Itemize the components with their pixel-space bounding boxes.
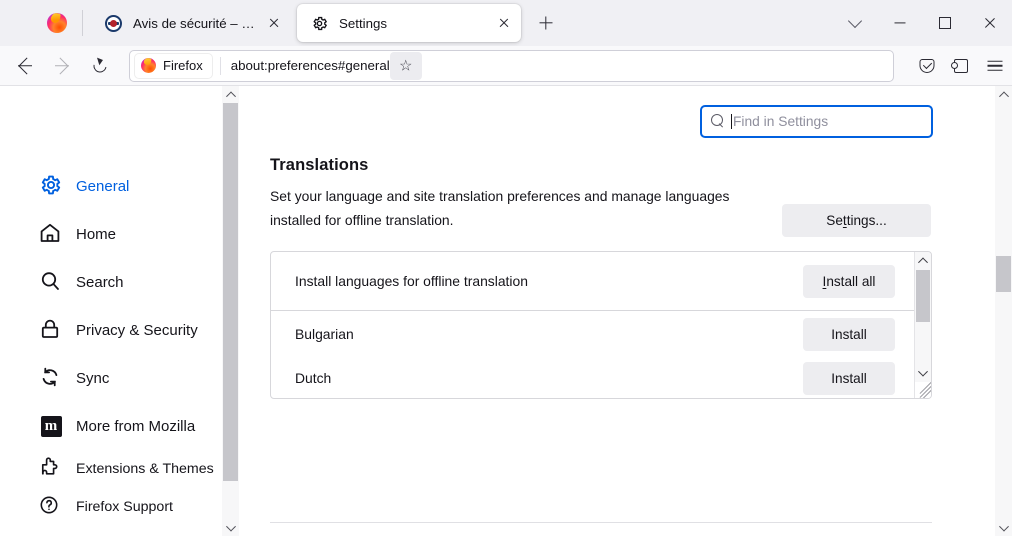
languages-scrollbar-thumb[interactable] — [916, 270, 930, 322]
tab-title: Settings — [339, 15, 388, 31]
languages-list: Bulgarian Install Dutch Install French I… — [271, 312, 931, 398]
preferences-sidebar: General Home Search Privacy & Security S… — [0, 86, 222, 536]
preferences-content: Find in Settings Translations Set your l… — [239, 86, 995, 536]
find-in-settings[interactable]: Find in Settings — [700, 105, 933, 138]
hamburger-menu-icon[interactable] — [978, 50, 1012, 82]
install-button[interactable]: Install — [803, 361, 895, 395]
sidebar-item-label: Home — [76, 225, 117, 243]
close-window-icon[interactable] — [967, 0, 1012, 46]
maximize-icon[interactable] — [922, 0, 967, 46]
tab-strip: Avis de sécurité – CERT-FR Settings — [0, 0, 1012, 46]
sidebar-item-label: More from Mozilla — [76, 417, 196, 435]
scroll-down-icon[interactable] — [915, 364, 931, 381]
star-icon[interactable]: ☆ — [389, 51, 422, 80]
cert-fr-icon — [105, 14, 122, 32]
sidebar-item-label: Privacy & Security — [76, 321, 198, 339]
sidebar-item-label: Search — [76, 273, 124, 291]
gear-icon — [311, 15, 328, 32]
search-placeholder: Find in Settings — [733, 114, 829, 129]
settings-button-post: tings... — [846, 213, 887, 228]
resize-grip-icon[interactable] — [915, 382, 931, 398]
firefox-browser-window: Avis de sécurité – CERT-FR Settings — [0, 0, 1012, 536]
home-icon — [38, 221, 64, 247]
question-mark-icon — [38, 494, 64, 520]
address-bar-divider — [219, 56, 221, 75]
identity-chip[interactable]: Firefox — [135, 53, 212, 78]
sync-icon — [38, 365, 64, 391]
sidebar-item-sync[interactable]: Sync — [0, 354, 222, 402]
install-all-button[interactable]: Install all — [803, 264, 895, 298]
address-bar-url: about:preferences#general — [230, 58, 390, 73]
tab-settings[interactable]: Settings — [297, 4, 521, 42]
page-title: Translations — [270, 156, 369, 174]
sidebar-item-home[interactable]: Home — [0, 210, 222, 258]
section-divider — [270, 522, 932, 523]
close-icon[interactable] — [263, 12, 285, 34]
translations-description: Set your language and site translation p… — [270, 188, 730, 228]
firefox-logo-icon — [46, 12, 68, 34]
address-bar[interactable]: Firefox about:preferences#general ☆ — [129, 49, 894, 82]
languages-panel-scrollbar[interactable] — [914, 252, 931, 398]
forward-arrow-icon[interactable] — [45, 50, 79, 82]
tabstrip-divider — [82, 10, 83, 36]
translations-settings-button[interactable]: Se t tings... — [782, 204, 931, 237]
sidebar-scrollbar[interactable] — [222, 86, 239, 536]
identity-chip-label: Firefox — [163, 58, 203, 73]
list-item[interactable]: Bulgarian Install — [271, 312, 931, 356]
sidebar-item-more-from-mozilla[interactable]: m More from Mozilla — [0, 402, 222, 450]
languages-panel-header-label: Install languages for offline translatio… — [295, 273, 528, 289]
pocket-save-icon[interactable] — [910, 50, 944, 82]
search-icon — [711, 114, 726, 129]
list-all-tabs-icon[interactable] — [832, 0, 877, 46]
tab-avis-de-securite[interactable]: Avis de sécurité – CERT-FR — [91, 4, 291, 42]
sidebar-nav-list: General Home Search Privacy & Security S… — [0, 86, 222, 526]
firefox-logo-icon — [141, 57, 156, 73]
languages-panel: Install languages for offline translatio… — [270, 251, 932, 399]
lock-icon — [38, 317, 64, 343]
sidebar-item-label: Sync — [76, 369, 110, 387]
search-icon — [38, 269, 64, 295]
reload-icon[interactable] — [83, 50, 117, 82]
gear-icon — [38, 173, 64, 199]
sidebar-item-firefox-support[interactable]: Firefox Support — [0, 488, 222, 526]
page-scrollbar-thumb[interactable] — [996, 256, 1011, 292]
sidebar-item-label: Firefox Support — [76, 499, 173, 515]
text-caret — [731, 114, 732, 129]
languages-panel-header: Install languages for offline translatio… — [271, 252, 931, 311]
mozilla-m-icon: m — [38, 413, 64, 439]
scroll-up-icon[interactable] — [222, 86, 239, 103]
sidebar-item-label: Extensions & Themes — [76, 461, 214, 477]
settings-button-pre: Se — [826, 213, 843, 228]
page-scrollbar[interactable] — [995, 86, 1012, 536]
window-controls — [832, 0, 1012, 46]
language-name: Bulgarian — [295, 326, 354, 342]
back-arrow-icon[interactable] — [8, 50, 42, 82]
language-name: Dutch — [295, 370, 332, 386]
sidebar-item-search[interactable]: Search — [0, 258, 222, 306]
extensions-icon[interactable] — [944, 50, 978, 82]
scroll-down-icon[interactable] — [995, 519, 1012, 536]
extensions-icon — [38, 456, 64, 482]
install-all-label: nstall all — [826, 273, 876, 289]
scroll-up-icon[interactable] — [915, 252, 931, 269]
navigation-toolbar: Firefox about:preferences#general ☆ — [0, 46, 1012, 86]
minimize-icon[interactable] — [877, 0, 922, 46]
install-button[interactable]: Install — [803, 317, 895, 351]
scroll-down-icon[interactable] — [222, 519, 239, 536]
preferences-page: General Home Search Privacy & Security S… — [0, 86, 1012, 536]
close-icon[interactable] — [493, 12, 515, 34]
sidebar-item-label: General — [76, 177, 130, 195]
scroll-up-icon[interactable] — [995, 86, 1012, 103]
sidebar-item-general[interactable]: General — [0, 162, 222, 210]
sidebar-item-extensions-themes[interactable]: Extensions & Themes — [0, 450, 222, 488]
sidebar-item-privacy-security[interactable]: Privacy & Security — [0, 306, 222, 354]
sidebar-scrollbar-thumb[interactable] — [223, 103, 238, 481]
new-tab-button[interactable] — [531, 8, 561, 38]
list-item[interactable]: Dutch Install — [271, 356, 931, 398]
search-input[interactable]: Find in Settings — [700, 105, 933, 138]
tab-title: Avis de sécurité – CERT-FR — [133, 15, 263, 31]
